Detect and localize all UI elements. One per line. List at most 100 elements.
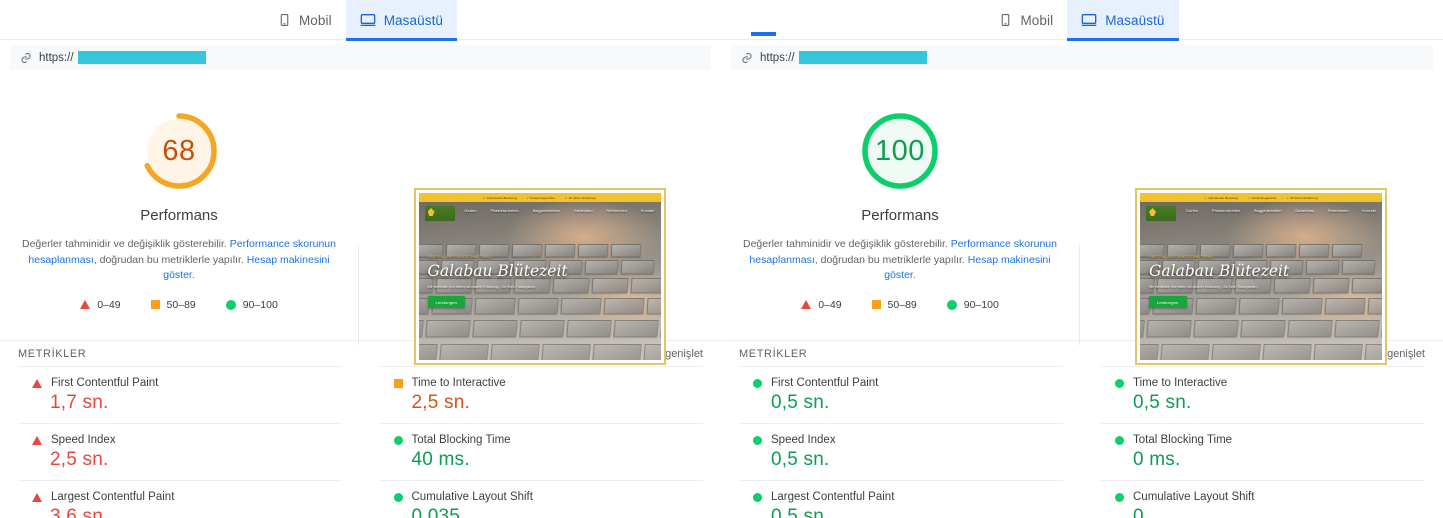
- legend-label: 50–89: [166, 298, 196, 311]
- link-icon: [20, 52, 32, 64]
- metric-item[interactable]: Time to Interactive 0,5 sn.: [1101, 366, 1425, 423]
- metric-name: Cumulative Layout Shift: [1133, 491, 1255, 503]
- performance-gauge[interactable]: 68: [136, 108, 222, 194]
- metric-name: Time to Interactive: [411, 377, 506, 389]
- metric-item[interactable]: First Contentful Paint 0,5 sn.: [739, 366, 1063, 423]
- url-bar[interactable]: https://: [731, 45, 1433, 70]
- score-description-part1: Değerler tahminidir ve değişiklik göster…: [743, 238, 948, 250]
- topbar-item: ✓ Festpreisgarantie: [526, 195, 556, 200]
- topbar-item: ✓ 20 Jahre Erfahrung: [565, 195, 597, 200]
- tab-label: Masaüstü: [1105, 12, 1165, 28]
- site-nav-item: Garten: [464, 209, 477, 213]
- metric-head: Speed Index: [753, 434, 1063, 446]
- score-description-part1: Değerler tahminidir ve değişiklik göster…: [22, 238, 227, 250]
- legend-item: 0–49: [801, 298, 842, 311]
- metric-head: Total Blocking Time: [1115, 434, 1425, 446]
- metric-value: 0: [1133, 506, 1144, 518]
- pagespeed-comparison: Mobil Masaüstü https:// 68 Performans Değerle…: [0, 0, 1443, 518]
- metric-item[interactable]: Cumulative Layout Shift 0: [1101, 480, 1425, 518]
- metric-item[interactable]: Time to Interactive 2,5 sn.: [379, 366, 703, 423]
- tab-mobile[interactable]: Mobil: [985, 0, 1067, 40]
- metric-item[interactable]: Largest Contentful Paint 3,6 sn.: [18, 480, 342, 518]
- section-divider: [1079, 245, 1080, 345]
- metric-name: Largest Contentful Paint: [51, 491, 175, 503]
- score-description: Değerler tahminidir ve değişiklik göster…: [740, 237, 1060, 284]
- metric-head: First Contentful Paint: [753, 377, 1063, 389]
- section-divider: [358, 245, 359, 345]
- site-logo: [424, 206, 455, 221]
- legend-triangle-icon: [80, 300, 91, 310]
- legend-label: 50–89: [887, 298, 917, 311]
- metric-status-square-icon: [393, 378, 403, 388]
- desktop-icon: [360, 12, 376, 28]
- site-nav-item: Garten: [1186, 209, 1199, 213]
- pagespeed-panel-after: Mobil Masaüstü https:// 100 Performans Değerl…: [721, 0, 1443, 518]
- hero-photo: [1140, 202, 1382, 360]
- topbar-item: ✓ 20 Jahre Erfahrung: [1286, 195, 1318, 200]
- url-redaction-block: [798, 51, 927, 64]
- gauge-score-value: 68: [162, 134, 196, 167]
- metric-status-circle-icon: [1115, 492, 1124, 502]
- site-nav-item: Gartenbau: [1295, 209, 1315, 213]
- screenshot-preview-area: ✓ Individuelle Beratung ✓ Festpreisgarant…: [1079, 70, 1443, 365]
- legend-item: 90–100: [225, 299, 278, 311]
- score-legend: 0–49 50–89 90–100: [80, 299, 278, 311]
- metric-item[interactable]: Cumulative Layout Shift 0,035: [379, 480, 703, 518]
- metric-item[interactable]: First Contentful Paint 1,7 sn.: [18, 366, 342, 423]
- metric-item[interactable]: Speed Index 2,5 sn.: [18, 423, 342, 480]
- metric-value: 0,5 sn.: [771, 506, 830, 518]
- tab-label: Mobil: [1020, 12, 1054, 28]
- site-nav-item: Gartenbau: [573, 209, 593, 213]
- topbar-item: ✓ Individuelle Beratung: [482, 195, 517, 200]
- score-summary: 68 Performans Değerler tahminidir ve değiş…: [0, 70, 358, 311]
- metric-status-triangle-icon: [32, 492, 42, 502]
- legend-label: 0–49: [818, 298, 842, 311]
- metric-status-circle-icon: [1115, 435, 1124, 445]
- metric-item[interactable]: Speed Index 0,5 sn.: [739, 423, 1063, 480]
- site-nav: Garten Pflasterarbeiten Baggerarbeiten Gart…: [465, 209, 655, 213]
- metric-name: Speed Index: [771, 434, 836, 446]
- metric-name: Speed Index: [51, 434, 116, 446]
- page-screenshot-thumbnail[interactable]: ✓ Individuelle Beratung ✓ Festpreisgarant…: [1135, 188, 1387, 365]
- metric-status-triangle-icon: [32, 435, 42, 445]
- legend-label: 0–49: [97, 298, 121, 311]
- legend-circle-icon: [946, 299, 957, 310]
- legend-triangle-icon: [801, 300, 812, 310]
- desktop-icon: [1081, 12, 1097, 28]
- metric-head: Total Blocking Time: [393, 434, 704, 446]
- metric-status-triangle-icon: [32, 378, 42, 388]
- metric-value: 0,5 sn.: [1133, 392, 1192, 413]
- url-bar[interactable]: https://: [10, 45, 711, 70]
- page-screenshot-thumbnail[interactable]: ✓ Individuelle Beratung ✓ Festpreisgarant…: [413, 188, 666, 365]
- score-legend: 0–49 50–89 90–100: [801, 299, 999, 311]
- hero-cta-button: Leistungen: [427, 296, 466, 308]
- metric-item[interactable]: Largest Contentful Paint 0,5 sn.: [739, 480, 1063, 518]
- tab-underline-fragment: [751, 32, 776, 36]
- topbar-item: ✓ Festpreisgarantie: [1248, 195, 1277, 200]
- site-nav-item: Referenzen: [1328, 209, 1349, 213]
- metric-status-circle-icon: [393, 492, 403, 502]
- tab-label: Mobil: [298, 12, 332, 28]
- tab-desktop[interactable]: Masaüstü: [1067, 0, 1179, 41]
- tab-mobile[interactable]: Mobil: [264, 0, 346, 40]
- device-tabbar: Mobil Masaüstü: [0, 0, 721, 41]
- metrics-grid: First Contentful Paint 0,5 sn. Time to Int…: [721, 366, 1443, 518]
- device-tabbar: Mobil Masaüstü: [721, 0, 1443, 41]
- screenshot-content: ✓ Individuelle Beratung ✓ Festpreisgarant…: [418, 193, 661, 360]
- tab-desktop[interactable]: Masaüstü: [345, 0, 458, 41]
- url-scheme: https://: [39, 51, 74, 64]
- site-nav-item: Referenzen: [606, 209, 628, 213]
- metric-status-circle-icon: [753, 378, 762, 388]
- metric-name: Largest Contentful Paint: [771, 491, 895, 503]
- performance-gauge[interactable]: 100: [857, 108, 943, 194]
- metric-value: 0,5 sn.: [771, 392, 830, 413]
- mobile-icon: [999, 12, 1012, 28]
- site-logo: [1146, 206, 1176, 221]
- metric-head: Cumulative Layout Shift: [1115, 491, 1425, 503]
- metric-value: 0,035: [411, 506, 461, 518]
- site-nav: Garten Pflasterarbeiten Baggerarbeiten Gart…: [1186, 209, 1376, 213]
- metric-item[interactable]: Total Blocking Time 0 ms.: [1101, 423, 1425, 480]
- tab-label: Masaüstü: [383, 12, 444, 28]
- metric-item[interactable]: Total Blocking Time 40 ms.: [379, 423, 704, 480]
- hero-subheading: Wir verbinden Ihre Ideen mit unserer Erf…: [1149, 285, 1258, 289]
